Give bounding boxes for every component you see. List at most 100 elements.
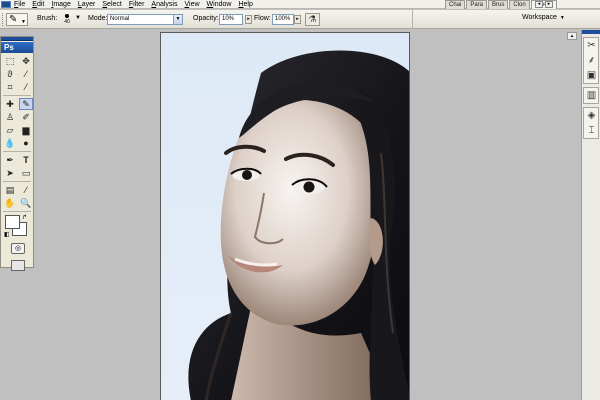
dock-group: ◈ ⌶ (583, 107, 599, 139)
eraser-icon[interactable]: ▱ (3, 124, 17, 136)
panel-well-divider (412, 10, 413, 29)
airbrush-icon: ⚗ (308, 14, 317, 24)
quick-mask-icon: ◎ (14, 245, 22, 252)
clone-stamp-icon[interactable]: ♙ (3, 111, 17, 123)
brush-icon[interactable]: ✎ (19, 98, 33, 110)
slice-icon[interactable]: ⁄ (19, 81, 33, 93)
left-iris (242, 170, 252, 180)
menu-file[interactable]: File (14, 0, 25, 9)
chevron-down-icon: ▼ (173, 15, 182, 24)
color-swatches: ◧ ↱ (3, 214, 33, 240)
default-colors-icon[interactable]: ◧ (4, 231, 10, 238)
lasso-icon[interactable]: ϑ (3, 68, 17, 80)
dock-group: ✂ ⸙ ▣ (583, 37, 599, 84)
tool-separator (3, 181, 31, 182)
right-iris (303, 181, 315, 193)
dodge-icon[interactable]: ● (19, 137, 33, 149)
tool-grid: ▤ ⁄ ✋ 🔍 (1, 184, 33, 209)
toolbox-titlebar[interactable] (1, 37, 33, 41)
tool-grid: ✒ T ➤ ▭ (1, 154, 33, 179)
opacity-slider-icon[interactable]: ▸ (245, 15, 252, 24)
chevron-down-icon: ▼ (559, 15, 565, 21)
panel-scroll-left-icon[interactable]: ◂ (535, 1, 543, 8)
foreground-color[interactable] (5, 215, 20, 229)
menu-view[interactable]: View (184, 0, 199, 9)
document-canvas[interactable] (160, 32, 410, 400)
zoom-icon[interactable]: 🔍 (19, 197, 33, 209)
tab-character[interactable]: Chai (445, 0, 466, 9)
clone-source-icon[interactable]: ▣ (584, 68, 599, 83)
type-icon[interactable]: T (19, 154, 33, 166)
panel-dock: ✂ ⸙ ▣ ▥ ◈ ⌶ (581, 30, 600, 400)
blur-icon[interactable]: 💧 (3, 137, 17, 149)
brush-label: Brush: (37, 15, 58, 22)
dock-titlebar[interactable] (582, 30, 600, 34)
brushes-icon[interactable]: ⸙ (584, 53, 599, 68)
opacity-value: 10% (222, 16, 235, 22)
tool-separator (3, 95, 31, 96)
eyedropper-icon[interactable]: ⁄ (19, 184, 33, 196)
airbrush-button[interactable]: ⚗ (305, 13, 320, 26)
chevron-down-icon: ▼ (21, 19, 26, 25)
navigator-icon[interactable]: ▥ (584, 88, 599, 103)
menu-filter[interactable]: Filter (129, 0, 145, 9)
move-icon[interactable]: ✥ (19, 55, 33, 67)
history-brush-icon[interactable]: ✐ (19, 111, 33, 123)
mode-value: Normal (110, 16, 130, 22)
flow-slider-icon[interactable]: ▸ (294, 15, 301, 24)
tools-preset-icon[interactable]: ✂ (584, 38, 599, 53)
tab-paragraph[interactable]: Para (466, 0, 488, 9)
tool-preset-picker[interactable]: ✎ ▼ (6, 13, 28, 26)
menu-window[interactable]: Window (207, 0, 232, 9)
magic-wand-icon[interactable]: ⁄ (19, 68, 33, 80)
mode-label: Mode: (88, 15, 108, 22)
brush-tip-icon (65, 14, 69, 18)
workspace-button[interactable]: Workspace ▼ (522, 14, 565, 21)
swap-colors-icon[interactable]: ↱ (22, 214, 27, 221)
app-icon[interactable] (1, 1, 11, 8)
hand-icon[interactable]: ✋ (3, 197, 17, 209)
shape-icon[interactable]: ▭ (19, 167, 33, 179)
tool-grid: ✚ ✎ ♙ ✐ ▱ ▆ 💧 ● (1, 98, 33, 149)
flow-value: 100% (275, 16, 291, 22)
pen-icon[interactable]: ✒ (3, 154, 17, 166)
menu-image[interactable]: Image (51, 0, 70, 9)
menu-edit[interactable]: Edit (32, 0, 44, 9)
path-selection-icon[interactable]: ➤ (3, 167, 17, 179)
options-bar: ✎ ▼ Brush: 40 ▼ Mode: Normal ▼ Opacity: … (0, 10, 600, 29)
gradient-icon[interactable]: ▆ (19, 124, 33, 136)
flow-input[interactable]: 100% (272, 14, 294, 25)
menu-select[interactable]: Select (102, 0, 121, 9)
quick-mask-button[interactable]: ◎ (11, 243, 25, 254)
workspace: Ps ⬚ ✥ ϑ ⁄ ⌗ ⁄ ✚ ✎ ♙ ✐ ▱ ▆ 💧 ● ✒ T ➤ ▭ ▤… (0, 30, 600, 400)
marquee-icon[interactable]: ⬚ (3, 55, 17, 67)
tab-brushes[interactable]: Brus (488, 0, 509, 9)
mode-select[interactable]: Normal ▼ (107, 14, 183, 25)
layers-icon[interactable]: ◈ (584, 108, 599, 123)
menu-analysis[interactable]: Analysis (151, 0, 177, 9)
brush-size: 40 (64, 19, 70, 25)
brush-picker[interactable]: 40 (60, 12, 74, 27)
menu-help[interactable]: Help (238, 0, 252, 9)
healing-brush-icon[interactable]: ✚ (3, 98, 17, 110)
notes-icon[interactable]: ▤ (3, 184, 17, 196)
screen-mode-button[interactable] (11, 260, 25, 271)
dock-group: ▥ (583, 87, 599, 104)
portrait-image (161, 33, 409, 400)
tool-separator (3, 151, 31, 152)
dock-collapse-icon[interactable]: ▴ (567, 32, 577, 40)
opacity-input[interactable]: 10% (219, 14, 243, 25)
channels-icon[interactable]: ⌶ (584, 123, 599, 138)
brush-dropdown-icon[interactable]: ▼ (75, 15, 81, 21)
tab-clone-source[interactable]: Clon (509, 0, 530, 9)
panel-controls: ◂ ▸ (535, 1, 553, 8)
brush-tool-icon: ✎ (9, 14, 18, 25)
menu-bar: File Edit Image Layer Select Filter Anal… (0, 0, 600, 9)
crop-icon[interactable]: ⌗ (3, 81, 17, 93)
panel-scroll-right-icon[interactable]: ▸ (545, 1, 553, 8)
options-grip[interactable] (2, 13, 5, 26)
menu-layer[interactable]: Layer (78, 0, 96, 9)
ps-logo[interactable]: Ps (1, 42, 33, 53)
toolbox: Ps ⬚ ✥ ϑ ⁄ ⌗ ⁄ ✚ ✎ ♙ ✐ ▱ ▆ 💧 ● ✒ T ➤ ▭ ▤… (0, 36, 34, 271)
opacity-label: Opacity: (193, 15, 219, 22)
